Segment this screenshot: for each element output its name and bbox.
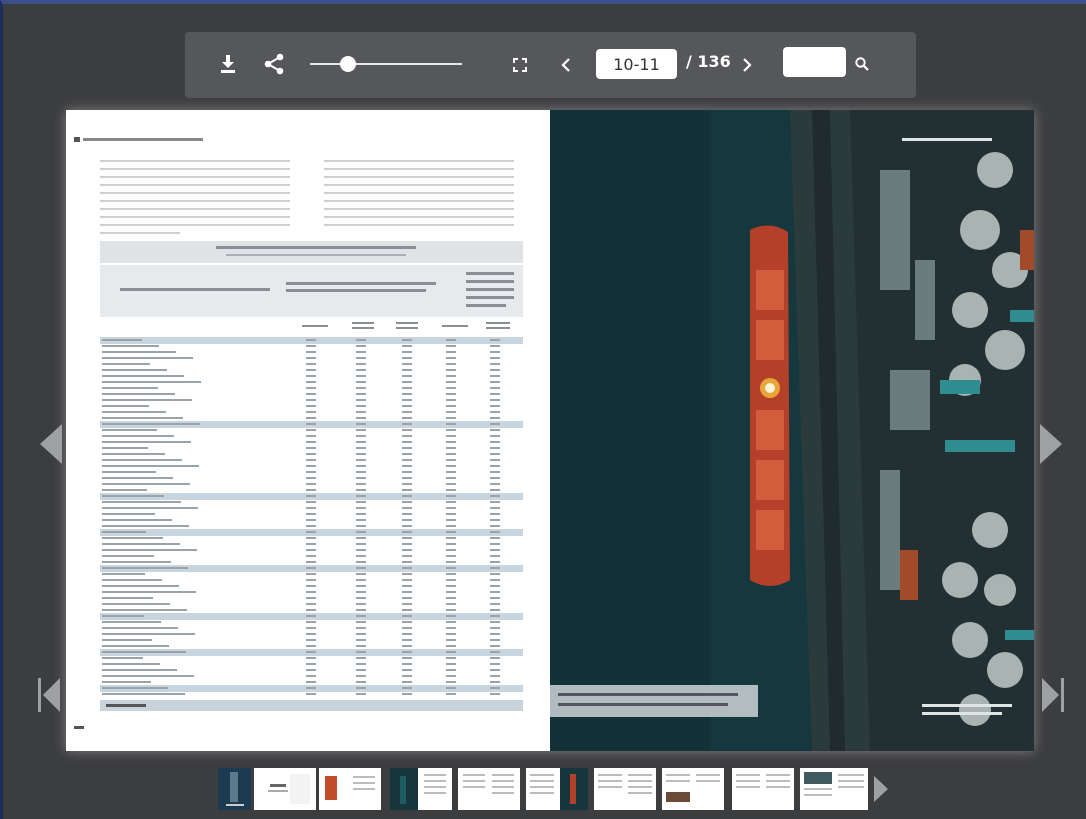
thumbnail-pages-16-17[interactable] — [732, 768, 794, 810]
thumbnail-pages-6-7[interactable] — [390, 768, 452, 810]
zoom-slider-handle[interactable] — [340, 56, 356, 72]
thumbnail-pages-14-15[interactable] — [662, 768, 724, 810]
port-aerial-image — [550, 110, 1034, 751]
fullscreen-icon[interactable] — [511, 56, 529, 74]
thumbnail-pages-2-3[interactable] — [254, 768, 316, 810]
thumbnail-pages-18-19[interactable] — [800, 768, 868, 810]
thumbnail-pages-8-9[interactable] — [458, 768, 520, 810]
thumbnails-next-arrow[interactable] — [874, 776, 888, 807]
left-page-content — [74, 137, 523, 729]
prev-page-arrow[interactable] — [40, 424, 62, 469]
search-icon[interactable] — [853, 54, 871, 74]
thumbnail-cover[interactable] — [218, 768, 251, 810]
thumbnail-pages-12-13[interactable] — [594, 768, 656, 810]
book-spread — [66, 110, 1034, 751]
chevron-right-icon[interactable] — [738, 54, 756, 76]
last-page-icon[interactable] — [1042, 678, 1064, 717]
first-page-icon[interactable] — [38, 678, 60, 717]
left-page[interactable] — [66, 110, 550, 751]
page-number-input[interactable] — [596, 49, 677, 79]
thumbnail-pages-4-5[interactable] — [319, 768, 381, 810]
thumbnail-pages-10-11[interactable] — [526, 768, 588, 810]
share-icon[interactable] — [262, 52, 286, 76]
page-total: / 136 — [686, 52, 731, 71]
download-icon[interactable] — [218, 53, 238, 75]
zoom-slider-track[interactable] — [310, 63, 462, 65]
right-page-photo[interactable] — [550, 110, 1034, 751]
next-page-arrow[interactable] — [1040, 424, 1062, 469]
search-input[interactable] — [783, 47, 846, 77]
chevron-left-icon[interactable] — [557, 54, 575, 76]
